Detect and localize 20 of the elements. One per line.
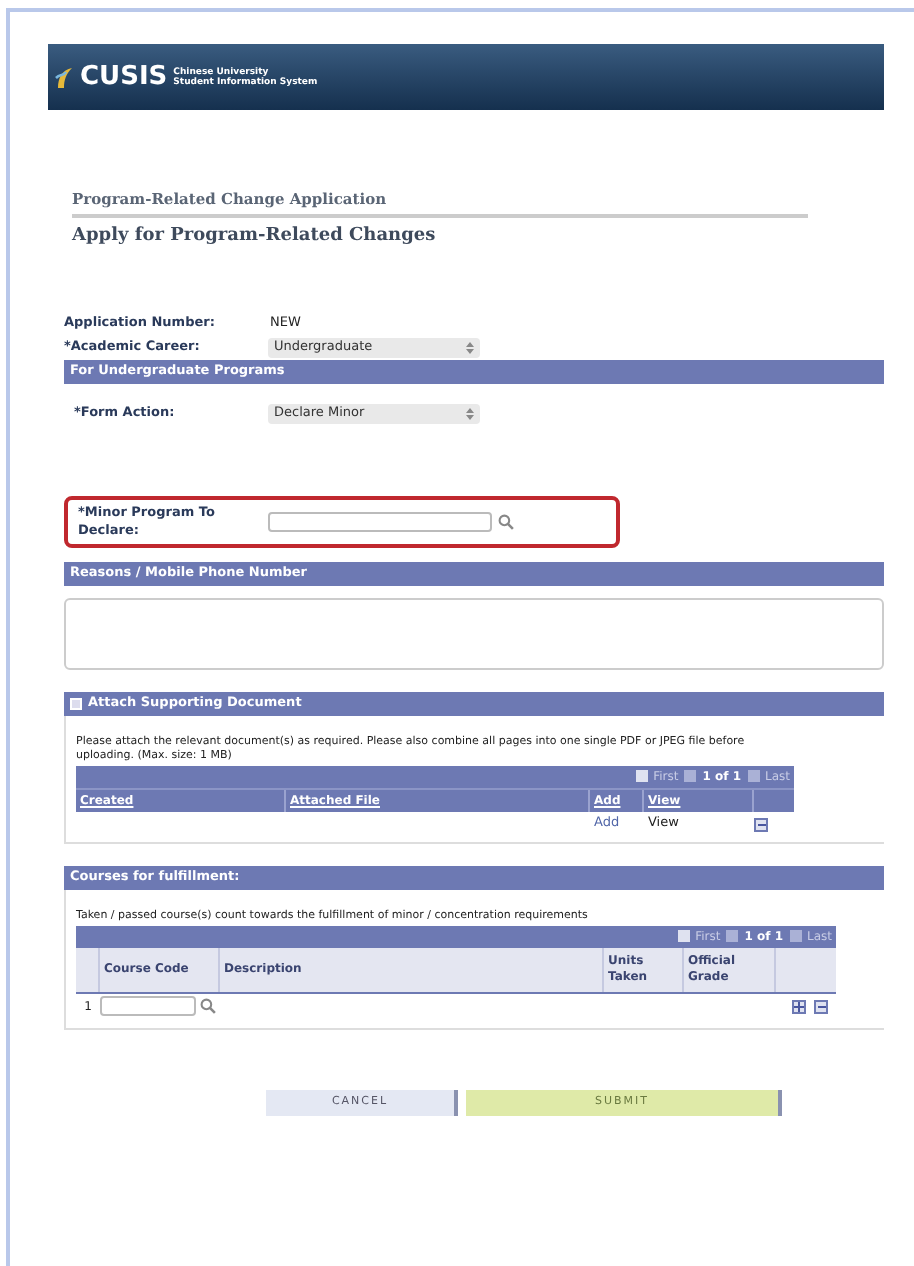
search-icon[interactable]	[498, 513, 514, 530]
next-icon[interactable]	[789, 930, 801, 943]
course-code-field[interactable]	[100, 996, 196, 1017]
prev-icon[interactable]	[684, 770, 697, 783]
delete-row-button[interactable]	[754, 817, 768, 832]
logo-text: CUSIS	[80, 64, 168, 90]
logo-icon	[54, 65, 74, 89]
page-title: Apply for Program-Related Changes	[72, 224, 438, 251]
reasons-field[interactable]	[64, 597, 884, 670]
grid-icon[interactable]	[635, 770, 648, 783]
delete-row-button[interactable]	[814, 999, 828, 1014]
search-icon[interactable]	[200, 998, 216, 1015]
dropdown-arrows-icon	[466, 341, 474, 354]
prev-icon[interactable]	[726, 930, 739, 943]
input-field[interactable]	[268, 511, 492, 532]
expand-icon[interactable]	[70, 697, 82, 710]
next-icon[interactable]	[747, 770, 759, 783]
add-row-button[interactable]	[792, 999, 806, 1014]
grid-icon[interactable]	[677, 930, 690, 943]
dropdown-arrows-icon	[466, 407, 474, 420]
